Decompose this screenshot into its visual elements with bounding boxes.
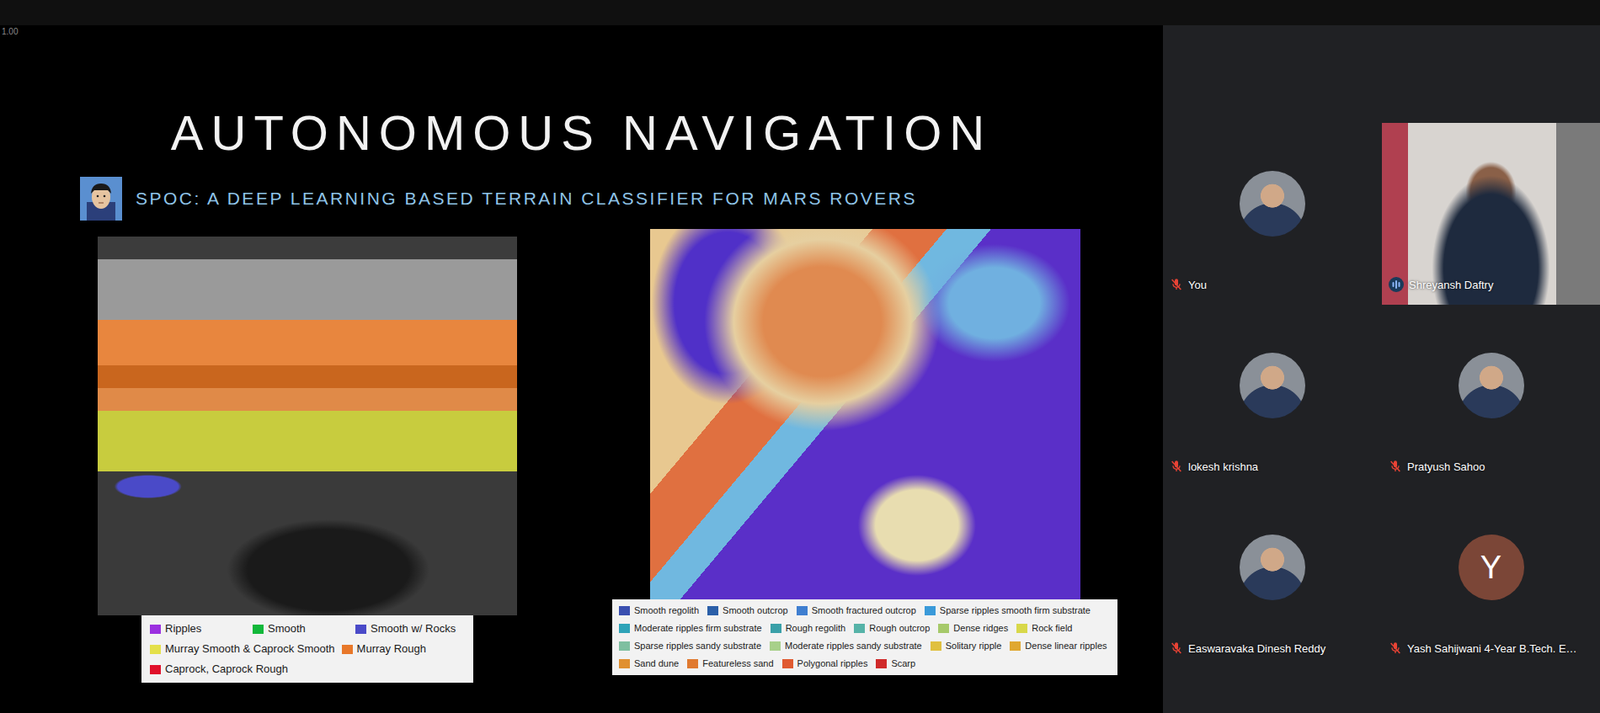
participant-tile[interactable]: Y Yash Sahijwani 4-Year B.Tech. E… [1381, 486, 1600, 669]
legend-swatch [938, 624, 950, 634]
terrain-figure: Ripples Smooth Smooth w/ Rocks Murray Smoot… [97, 236, 518, 683]
legend-item: Smooth fractured outcrop [796, 602, 917, 619]
figure-legend: Ripples Smooth Smooth w/ Rocks Murray Smoot… [141, 615, 474, 683]
legend-item: Rough regolith [770, 620, 847, 637]
legend-item: Dense ridges [938, 620, 1008, 637]
legend-item: Rock field [1016, 620, 1072, 637]
legend-item: Solitary ripple [930, 638, 1003, 655]
legend-swatch [618, 641, 630, 651]
participant-name-row: Shreyansh Daftry [1381, 276, 1600, 305]
participant-name: Easwaravaka Dinesh Reddy [1188, 642, 1326, 656]
mic-off-icon [1169, 277, 1184, 292]
legend-swatch [853, 624, 865, 634]
legend-swatch [875, 659, 887, 669]
legend-item: Caprock, Caprock Rough [149, 661, 288, 678]
avatar: Y [1458, 534, 1525, 601]
legend-item: Murray Smooth & Caprock Smooth [149, 640, 336, 658]
legend-item: Murray Rough [341, 640, 438, 658]
terrain-image [97, 236, 518, 616]
meeting-main: 1.00 AUTONOMOUS NAVIGATION SPOC: A DEEP LE… [0, 25, 1600, 713]
legend-item: Sparse ripples sandy substrate [618, 638, 762, 655]
participant-name-row: lokesh krishna [1162, 458, 1382, 487]
spock-icon [80, 176, 123, 221]
legend-swatch [1009, 641, 1021, 651]
participant-tile[interactable]: Easwaravaka Dinesh Reddy [1162, 486, 1382, 669]
participant-name: Yash Sahijwani 4-Year B.Tech. E… [1407, 642, 1578, 656]
zoom-label: 1.00 [1, 26, 18, 37]
legend-item: Sand dune [618, 656, 679, 672]
legend-swatch [149, 665, 161, 675]
slide-subtitle-row: SPOC: A DEEP LEARNING BASED TERRAIN CLAS… [0, 176, 1163, 221]
mic-off-icon [1169, 641, 1184, 656]
legend-swatch [341, 645, 353, 655]
legend-swatch [618, 606, 630, 616]
participant-name: Pratyush Sahoo [1407, 460, 1486, 474]
legend-swatch [796, 606, 808, 616]
legend-swatch [930, 641, 942, 651]
legend-item: Smooth outcrop [707, 602, 789, 619]
participant-name-row: Easwaravaka Dinesh Reddy [1162, 640, 1382, 669]
legend-item: Smooth regolith [618, 602, 699, 619]
participant-name: You [1188, 278, 1207, 292]
mic-off-icon [1169, 459, 1184, 474]
participant-name: Shreyansh Daftry [1408, 278, 1494, 292]
slide-title: AUTONOMOUS NAVIGATION [0, 103, 1163, 163]
participant-name: lokesh krishna [1188, 460, 1259, 474]
participant-tile[interactable]: Pratyush Sahoo [1381, 304, 1600, 487]
legend-swatch [687, 659, 699, 669]
legend-swatch [252, 624, 264, 635]
legend-item: Polygonal ripples [782, 656, 869, 672]
figure-legend: Smooth regolith Smooth outcrop Smooth frac… [612, 599, 1118, 676]
legend-swatch [1016, 624, 1028, 634]
mic-off-icon [1388, 459, 1403, 474]
participant-name-row: Pratyush Sahoo [1381, 458, 1600, 487]
legend-item: Rough outcrop [853, 620, 930, 637]
terrain-figure: Smooth regolith Smooth outcrop Smooth frac… [612, 229, 1118, 676]
legend-swatch [924, 606, 936, 616]
avatar [1239, 534, 1306, 601]
legend-swatch [355, 624, 367, 635]
legend-item: Smooth [252, 620, 349, 638]
participant-name-row: Yash Sahijwani 4-Year B.Tech. E… [1381, 640, 1600, 669]
mic-off-icon [1388, 641, 1403, 656]
legend-item: Smooth w/ Rocks [355, 620, 456, 638]
legend-item: Scarp [875, 656, 916, 672]
legend-item: Moderate ripples sandy substrate [769, 638, 923, 655]
legend-swatch [618, 659, 630, 669]
legend-item: Sparse ripples smooth firm substrate [924, 602, 1091, 619]
participant-tile[interactable]: lokesh krishna [1162, 304, 1382, 487]
avatar [1458, 352, 1525, 419]
participant-tile[interactable]: Shreyansh Daftry [1381, 122, 1600, 305]
avatar [1239, 352, 1306, 419]
avatar [1239, 170, 1306, 237]
participants-panel: You Shreyansh Daftry lokesh krishna Pratyus… [1162, 25, 1600, 713]
slide-subtitle: SPOC: A DEEP LEARNING BASED TERRAIN CLAS… [135, 188, 918, 209]
legend-swatch [618, 624, 630, 634]
legend-item: Featureless sand [687, 656, 774, 672]
legend-swatch [770, 624, 782, 634]
speaking-icon [1388, 277, 1404, 293]
legend-swatch [149, 645, 161, 655]
participant-name-row: You [1162, 276, 1382, 305]
terrain-image [650, 229, 1081, 600]
legend-swatch [707, 606, 719, 616]
legend-swatch [149, 624, 161, 635]
top-bar [0, 0, 1600, 26]
legend-item: Ripples [149, 620, 246, 638]
legend-item: Dense linear ripples [1009, 638, 1107, 655]
presentation-slide: 1.00 AUTONOMOUS NAVIGATION SPOC: A DEEP LE… [0, 25, 1163, 713]
legend-swatch [782, 659, 794, 669]
legend-item: Moderate ripples firm substrate [618, 620, 763, 637]
legend-swatch [769, 641, 781, 651]
meeting-screen: 1.00 AUTONOMOUS NAVIGATION SPOC: A DEEP LE… [0, 0, 1600, 713]
figures-row: Ripples Smooth Smooth w/ Rocks Murray Smoot… [0, 229, 1163, 683]
participant-tile[interactable]: You [1162, 122, 1382, 305]
